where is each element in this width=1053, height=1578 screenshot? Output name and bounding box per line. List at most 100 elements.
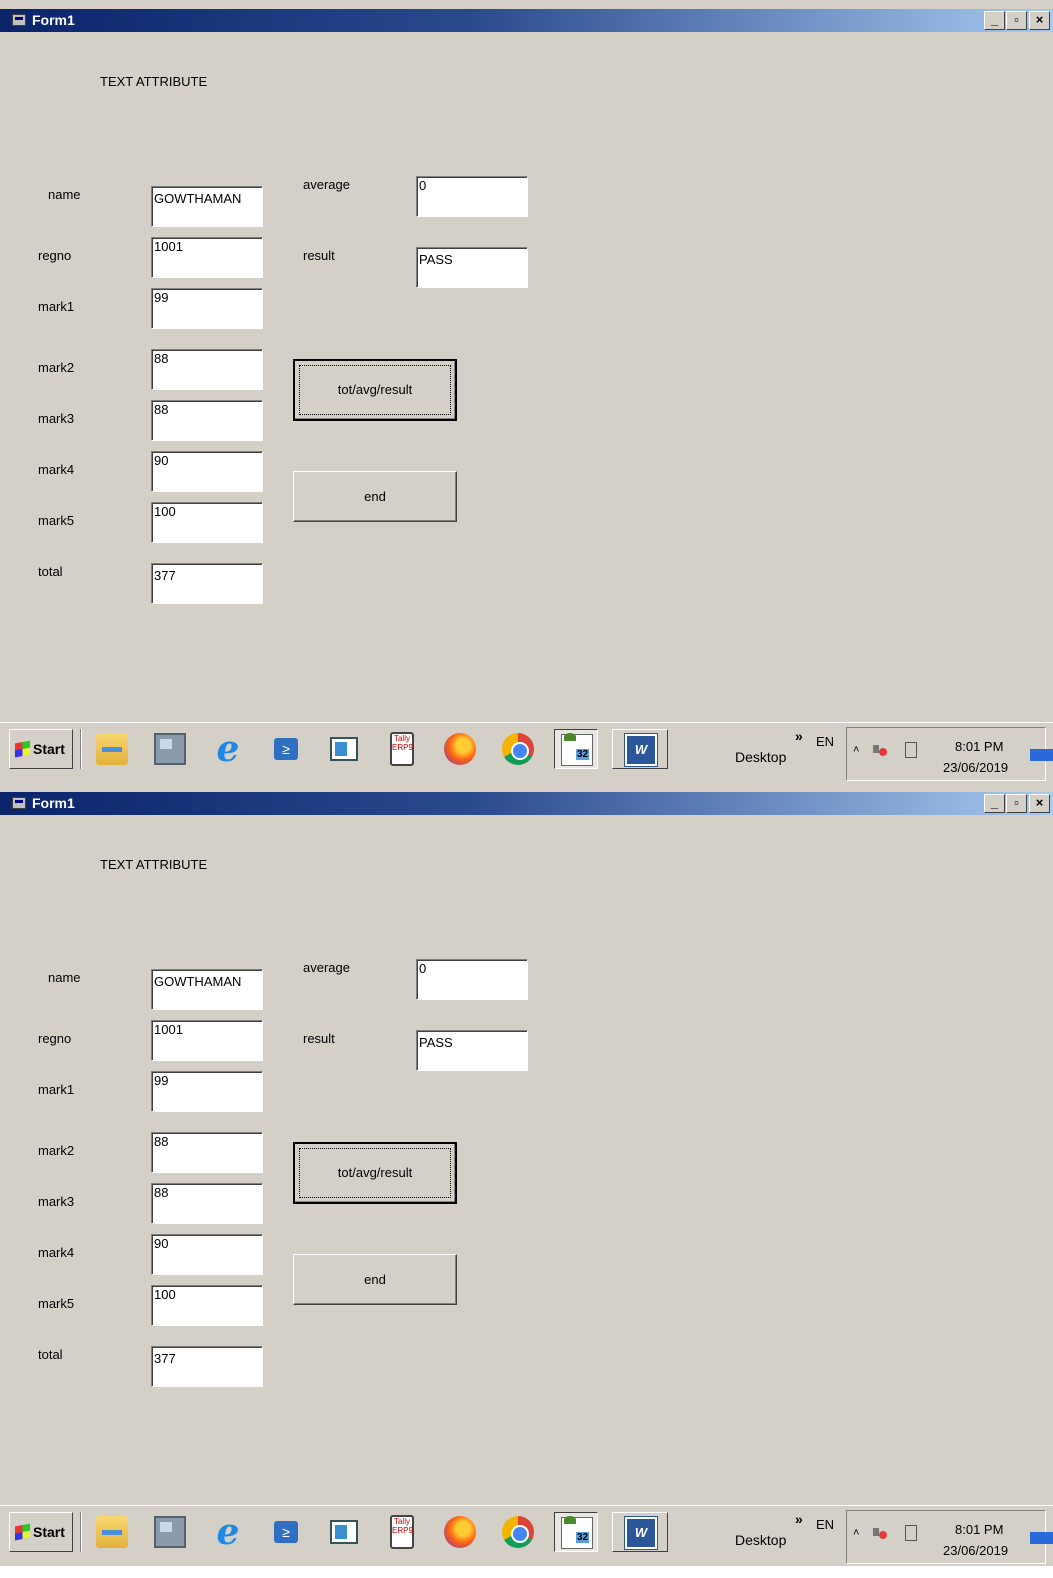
show-hidden-icons-icon[interactable]: ˄ (853, 1527, 859, 1539)
form-window: Form1 _ ▫ × TEXT ATTRIBUTE name GOWTHAMA… (0, 0, 1053, 783)
result-field[interactable]: PASS (416, 247, 528, 288)
clock-date[interactable]: 23/06/2019 (943, 1543, 1008, 1558)
clock-date[interactable]: 23/06/2019 (943, 760, 1008, 775)
clock-time[interactable]: 8:01 PM (955, 739, 1003, 754)
start-button[interactable]: Start (9, 1512, 73, 1552)
clock-time[interactable]: 8:01 PM (955, 1522, 1003, 1537)
mark3-label: mark3 (38, 411, 75, 426)
mark2-field[interactable]: 88 (151, 1132, 263, 1173)
visual-basic-icon[interactable] (554, 729, 598, 769)
regno-label: regno (38, 1031, 72, 1046)
word-icon[interactable]: W (612, 729, 668, 769)
mark4-field[interactable]: 90 (151, 451, 263, 492)
show-desktop-button[interactable] (1030, 749, 1053, 761)
powershell-glyph: ≥ (274, 738, 298, 760)
powershell-glyph: ≥ (274, 1521, 298, 1543)
calculate-button[interactable]: tot/avg/result (293, 1142, 457, 1204)
minimize-button[interactable]: _ (984, 11, 1005, 30)
speaker-muted-icon[interactable] (873, 1525, 887, 1539)
powershell-icon[interactable]: ≥ (264, 1512, 308, 1552)
language-indicator[interactable]: EN (816, 1517, 834, 1532)
desktop-toolbar-label[interactable]: Desktop (735, 1532, 786, 1548)
mark3-field[interactable]: 88 (151, 1183, 263, 1224)
chrome-logo-icon (502, 1516, 534, 1548)
total-field[interactable]: 377 (151, 1346, 263, 1387)
visual-basic-icon[interactable] (554, 1512, 598, 1552)
firefox-logo-icon (444, 733, 476, 765)
mark1-field[interactable]: 99 (151, 1071, 263, 1112)
mark1-label: mark1 (38, 1082, 75, 1097)
word-glyph: W (625, 1517, 657, 1549)
window-app-icon[interactable] (322, 729, 366, 769)
total-field[interactable]: 377 (151, 563, 263, 604)
chrome-logo-icon (502, 733, 534, 765)
end-button[interactable]: end (293, 471, 457, 522)
window-app-icon[interactable] (322, 1512, 366, 1552)
regno-field[interactable]: 1001 (151, 237, 263, 278)
mark3-field[interactable]: 88 (151, 400, 263, 441)
start-button[interactable]: Start (9, 729, 73, 769)
mark2-field[interactable]: 88 (151, 349, 263, 390)
tally-erp-icon[interactable]: Tally ERP9 (380, 1512, 424, 1552)
mark5-field[interactable]: 100 (151, 1285, 263, 1326)
name-label: name (48, 970, 81, 985)
network-icon[interactable] (905, 1525, 917, 1541)
mark4-label: mark4 (38, 1245, 75, 1260)
chrome-icon[interactable] (496, 1512, 540, 1552)
average-field[interactable]: 0 (416, 176, 528, 217)
computer-icon (154, 733, 186, 765)
close-button[interactable]: × (1029, 11, 1050, 30)
ie-glyph: e (216, 728, 240, 770)
average-label: average (303, 177, 350, 192)
calculate-button[interactable]: tot/avg/result (293, 359, 457, 421)
speaker-muted-icon[interactable] (873, 742, 887, 756)
control-panel-icon[interactable] (148, 1512, 192, 1552)
close-button[interactable]: × (1029, 794, 1050, 813)
restore-button[interactable]: ▫ (1006, 11, 1027, 30)
control-panel-icon[interactable] (148, 729, 192, 769)
mark4-field[interactable]: 90 (151, 1234, 263, 1275)
result-field[interactable]: PASS (416, 1030, 528, 1071)
chrome-icon[interactable] (496, 729, 540, 769)
internet-explorer-icon[interactable]: e (206, 729, 250, 769)
app-window-icon (330, 737, 358, 761)
system-tray: ˄ 8:01 PM 23/06/2019 (846, 727, 1046, 781)
title-bar[interactable]: Form1 _ ▫ × (0, 9, 1053, 32)
file-explorer-icon[interactable] (90, 729, 134, 769)
minimize-button[interactable]: _ (984, 794, 1005, 813)
desktop-toolbar-label[interactable]: Desktop (735, 749, 786, 765)
show-hidden-icons-icon[interactable]: ˄ (853, 744, 859, 756)
name-field[interactable]: GOWTHAMAN (151, 969, 263, 1010)
mark1-field[interactable]: 99 (151, 288, 263, 329)
tally-glyph: Tally ERP9 (390, 732, 414, 766)
computer-icon (154, 1516, 186, 1548)
file-explorer-icon[interactable] (90, 1512, 134, 1552)
mark5-field[interactable]: 100 (151, 502, 263, 543)
regno-field[interactable]: 1001 (151, 1020, 263, 1061)
vb6-logo-icon (561, 1516, 593, 1549)
result-label: result (303, 1031, 335, 1046)
language-indicator[interactable]: EN (816, 734, 834, 749)
toolbar-chevron-icon[interactable]: » (795, 1511, 803, 1527)
word-glyph: W (625, 734, 657, 766)
internet-explorer-icon[interactable]: e (206, 1512, 250, 1552)
tally-erp-icon[interactable]: Tally ERP9 (380, 729, 424, 769)
name-field[interactable]: GOWTHAMAN (151, 186, 263, 227)
firefox-icon[interactable] (438, 729, 482, 769)
network-icon[interactable] (905, 742, 917, 758)
powershell-icon[interactable]: ≥ (264, 729, 308, 769)
word-icon[interactable]: W (612, 1512, 668, 1552)
end-button-label: end (364, 489, 386, 504)
average-field[interactable]: 0 (416, 959, 528, 1000)
mark2-label: mark2 (38, 1143, 75, 1158)
show-desktop-button[interactable] (1030, 1532, 1053, 1544)
firefox-icon[interactable] (438, 1512, 482, 1552)
calculate-button-label: tot/avg/result (337, 382, 413, 397)
end-button[interactable]: end (293, 1254, 457, 1305)
toolbar-chevron-icon[interactable]: » (795, 728, 803, 744)
restore-button[interactable]: ▫ (1006, 794, 1027, 813)
average-label: average (303, 960, 350, 975)
taskbar-separator (80, 1512, 82, 1552)
form-window: Form1 _ ▫ × TEXT ATTRIBUTE name GOWTHAMA… (0, 783, 1053, 1566)
title-bar[interactable]: Form1 _ ▫ × (0, 792, 1053, 815)
